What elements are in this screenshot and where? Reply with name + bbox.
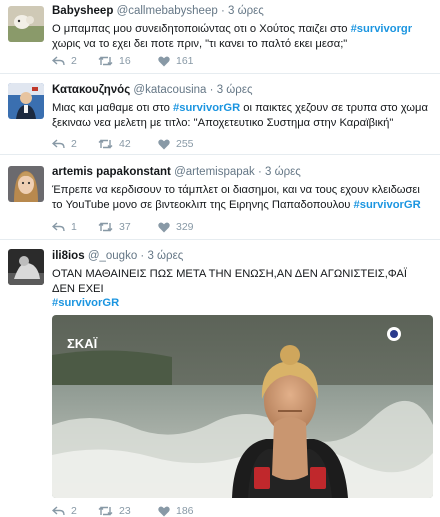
- retweet-button[interactable]: 23: [98, 505, 158, 517]
- separator: ·: [258, 166, 262, 178]
- channel-logo: ΣΚΑΪ: [67, 336, 98, 351]
- user-handle[interactable]: @artemispapak: [174, 166, 255, 178]
- tweet-text: Μιας και μαθαμε οτι στο #survivorGR οι π…: [52, 101, 432, 130]
- tweet-actions: 2 16 161: [52, 55, 194, 67]
- reply-icon: [52, 56, 65, 66]
- separator: ·: [220, 5, 225, 17]
- avatar[interactable]: [8, 6, 44, 42]
- like-count: 161: [176, 55, 194, 67]
- retweet-count: 37: [119, 221, 131, 233]
- like-icon: [158, 506, 170, 516]
- reply-icon: [52, 139, 65, 149]
- retweet-button[interactable]: 42: [98, 138, 158, 150]
- tweet-header: Babysheep @callmebabysheep · 3 ώρες: [52, 4, 432, 18]
- reply-count: 2: [71, 138, 77, 150]
- tweet-actions: 2 23 186: [52, 505, 194, 517]
- like-button[interactable]: 186: [158, 505, 194, 517]
- reply-count: 2: [71, 55, 77, 67]
- avatar[interactable]: [8, 249, 44, 285]
- display-name[interactable]: Κατακουζηνός: [52, 84, 130, 96]
- reply-button[interactable]: 1: [52, 221, 98, 233]
- tweet-text-part: ΟΤΑΝ ΜΑΘΑΙΝΕΙΣ ΠΩΣ ΜΕΤΑ ΤΗΝ ΕΝΩΣΗ,ΑΝ ΔΕΝ…: [52, 268, 407, 295]
- like-icon: [158, 222, 170, 232]
- tweet-header: ili8ios @_ougko · 3 ώρες: [52, 249, 432, 263]
- user-handle[interactable]: @katacousina: [133, 84, 206, 96]
- retweet-count: 23: [119, 505, 131, 517]
- reply-icon: [52, 222, 65, 232]
- reply-button[interactable]: 2: [52, 55, 98, 67]
- retweet-icon: [98, 222, 113, 232]
- reply-count: 2: [71, 505, 77, 517]
- timestamp[interactable]: 3 ώρες: [147, 250, 183, 262]
- like-button[interactable]: 255: [158, 138, 194, 150]
- tweet-header: artemis papakonstant @artemispapak · 3 ώ…: [52, 165, 432, 179]
- hashtag-link[interactable]: #survivorGR: [52, 297, 119, 309]
- hashtag-link[interactable]: #survivorGR: [354, 199, 421, 211]
- tweet-text: Ο μπαμπας μου συνειδητοποιώντας οτι ο Χο…: [52, 22, 432, 51]
- like-icon: [158, 139, 170, 149]
- tweet-text-part: Μιας και μαθαμε οτι στο: [52, 102, 174, 114]
- timestamp[interactable]: 3 ώρες: [217, 84, 253, 96]
- tweet[interactable]: artemis papakonstant @artemispapak · 3 ώ…: [0, 156, 440, 240]
- separator: ·: [209, 84, 214, 96]
- like-button[interactable]: 329: [158, 221, 194, 233]
- hashtag-link[interactable]: #survivorGR: [173, 102, 240, 114]
- like-count: 255: [176, 138, 194, 150]
- avatar[interactable]: [8, 166, 44, 202]
- reply-button[interactable]: 2: [52, 138, 98, 150]
- hashtag-link[interactable]: #survivorgr: [351, 23, 413, 35]
- like-icon: [158, 56, 170, 66]
- timestamp[interactable]: 3 ώρες: [228, 5, 264, 17]
- like-count: 186: [176, 505, 194, 517]
- display-name[interactable]: artemis papakonstant: [52, 166, 171, 178]
- tweet-text-part: χωρις να το εχει δει ποτε πριν, "τι κανε…: [52, 37, 348, 50]
- tweet-text: ΟΤΑΝ ΜΑΘΑΙΝΕΙΣ ΠΩΣ ΜΕΤΑ ΤΗΝ ΕΝΩΣΗ,ΑΝ ΔΕΝ…: [52, 267, 432, 311]
- display-name[interactable]: Babysheep: [52, 5, 113, 17]
- tweet-actions: 1 37 329: [52, 221, 194, 233]
- retweet-icon: [98, 506, 113, 516]
- user-handle[interactable]: @callmebabysheep: [117, 5, 218, 17]
- retweet-icon: [98, 139, 113, 149]
- like-count: 329: [176, 221, 194, 233]
- tweet-actions: 2 42 255: [52, 138, 194, 150]
- retweet-icon: [98, 56, 113, 66]
- retweet-count: 42: [119, 138, 131, 150]
- tweet-header: Κατακουζηνός @katacousina · 3 ώρες: [52, 83, 432, 97]
- avatar[interactable]: [8, 83, 44, 119]
- tweet-text: Έπρεπε να κερδισουν το τάμπλετ οι διασημ…: [52, 183, 432, 212]
- broadcast-dot-icon: [387, 327, 401, 341]
- user-handle[interactable]: @_ougko: [88, 250, 137, 262]
- reply-icon: [52, 506, 65, 516]
- retweet-button[interactable]: 16: [98, 55, 158, 67]
- reply-button[interactable]: 2: [52, 505, 98, 517]
- separator: ·: [140, 250, 145, 262]
- like-button[interactable]: 161: [158, 55, 194, 67]
- tweet-text-part: Ο μπαμπας μου συνειδητοποιώντας οτι ο Χο…: [52, 23, 351, 35]
- retweet-button[interactable]: 37: [98, 221, 158, 233]
- timestamp[interactable]: 3 ώρες: [265, 166, 301, 178]
- retweet-count: 16: [119, 55, 131, 67]
- display-name[interactable]: ili8ios: [52, 250, 85, 262]
- reply-count: 1: [71, 221, 77, 233]
- tweet[interactable]: ili8ios @_ougko · 3 ώρες ΟΤΑΝ ΜΑΘΑΙΝΕΙΣ …: [0, 241, 440, 517]
- tweet-media-image[interactable]: ΣΚΑΪ: [52, 315, 433, 498]
- tweet[interactable]: Κατακουζηνός @katacousina · 3 ώρες Μιας …: [0, 75, 440, 155]
- tweet[interactable]: Babysheep @callmebabysheep · 3 ώρες Ο μπ…: [0, 0, 440, 74]
